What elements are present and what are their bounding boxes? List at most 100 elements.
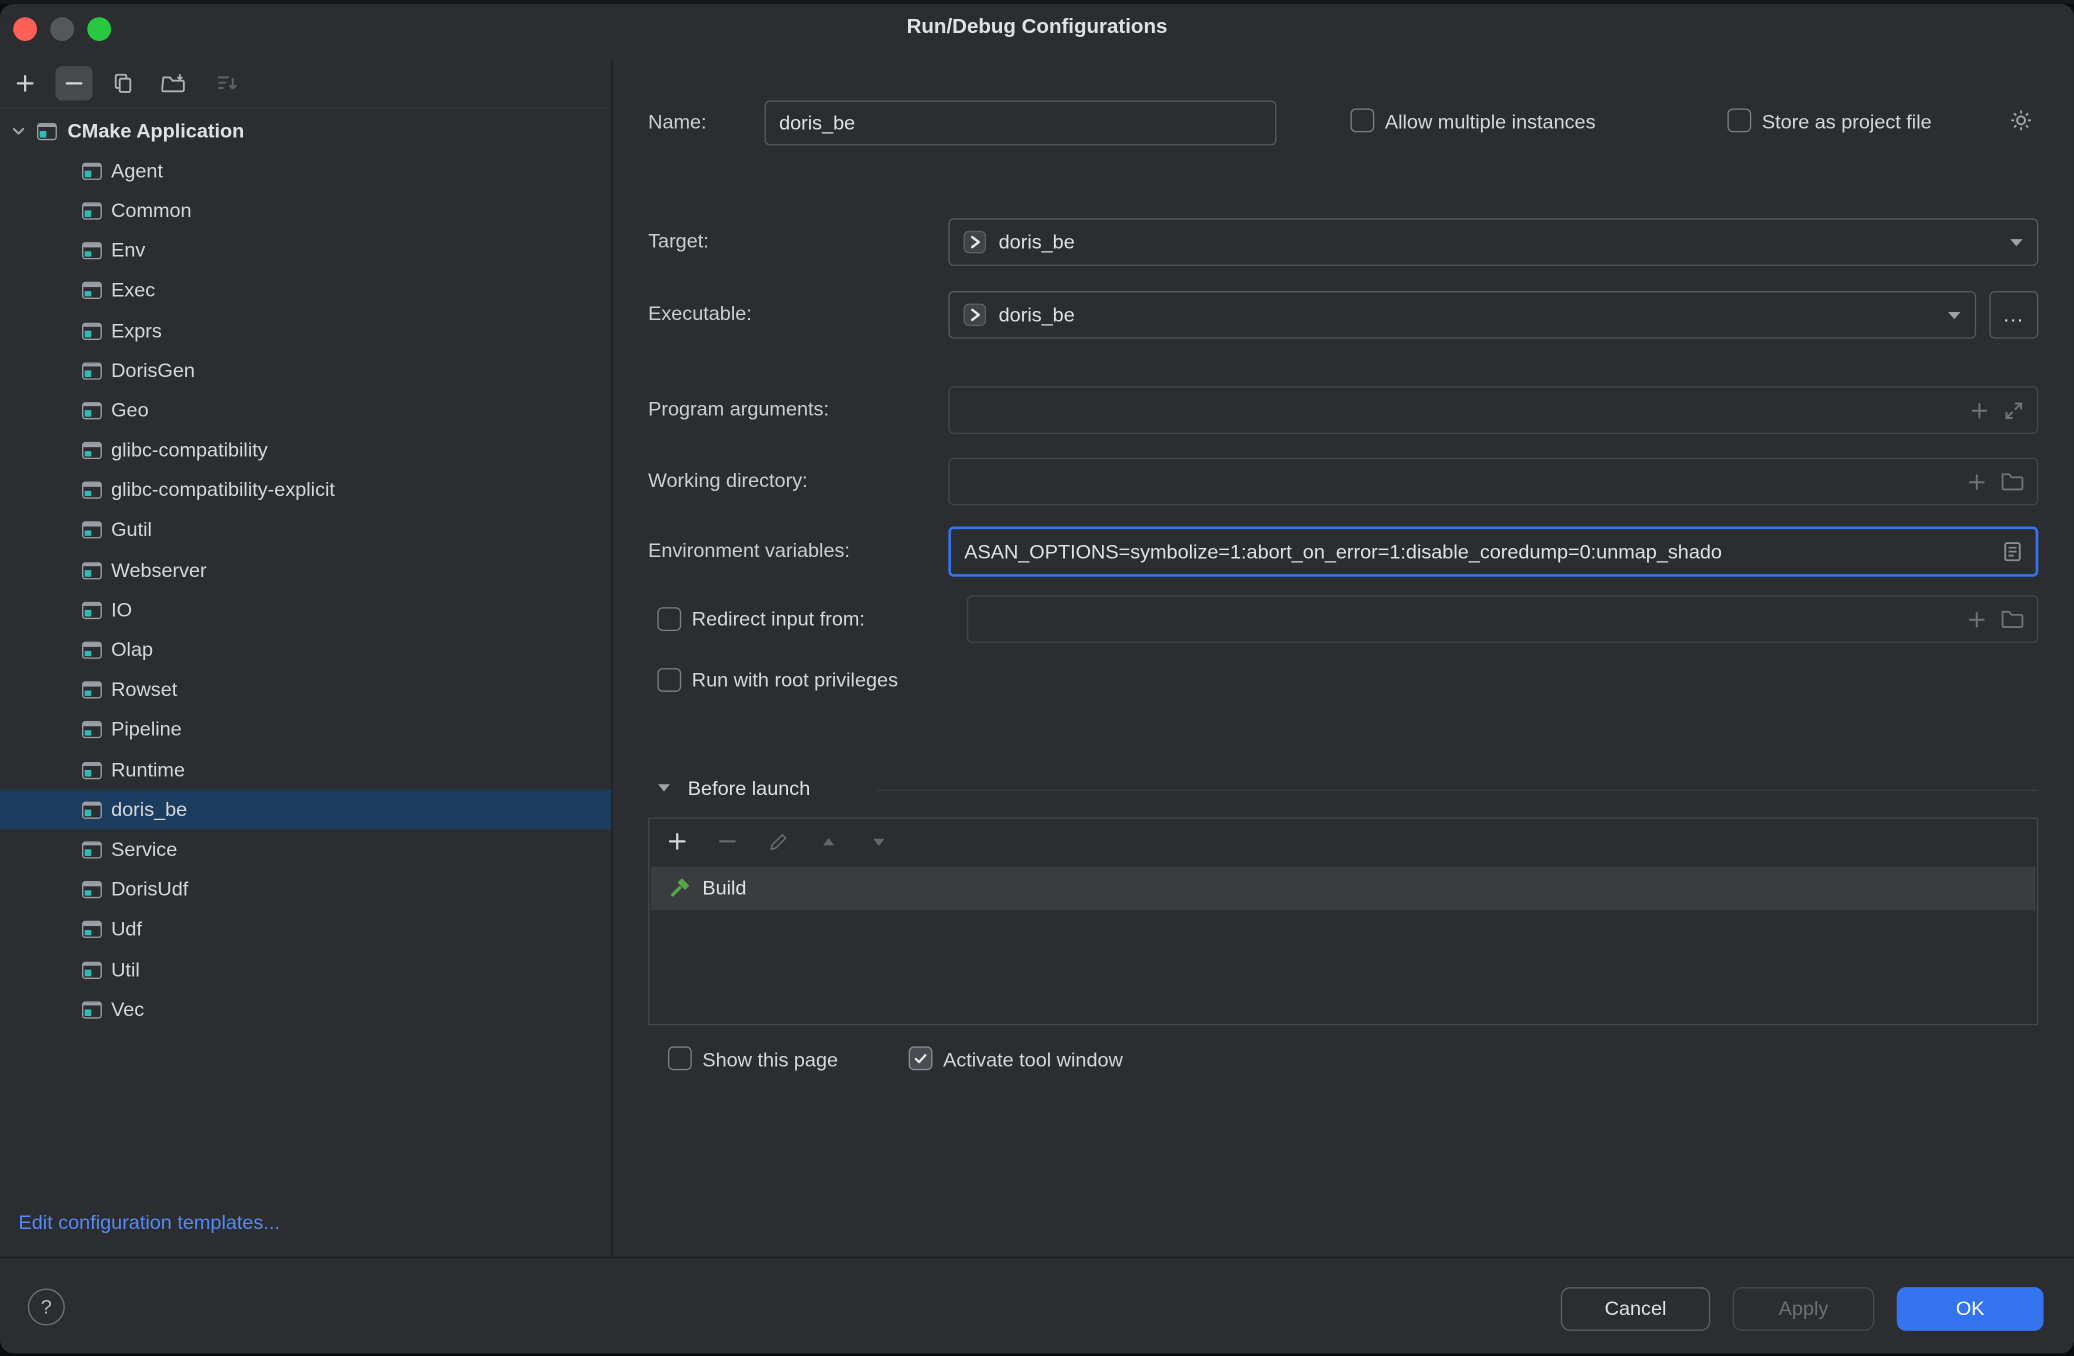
root-privileges-label[interactable]: Run with root privileges [692,669,898,691]
add-icon[interactable] [1967,609,1987,629]
tree-item-label: Vec [111,998,144,1020]
chevron-down-icon [11,123,27,139]
name-value: doris_be [779,112,855,134]
remove-icon [63,73,84,94]
tree-item-doris_be[interactable]: doris_be [0,790,611,830]
new-folder-button[interactable] [156,66,190,100]
run-config-icon [82,482,102,499]
ok-button[interactable]: OK [1897,1287,2044,1331]
tree-item-Common[interactable]: Common [0,191,611,231]
tree-item-label: Olap [111,639,153,661]
add-icon[interactable] [1970,400,1990,420]
more-button[interactable]: ... [1989,291,2038,339]
hammer-icon [667,876,691,900]
target-select[interactable]: doris_be [948,218,2038,266]
tree-item-IO[interactable]: IO [0,590,611,630]
tree-root-label: CMake Application [67,120,244,142]
run-config-icon [82,522,102,539]
tree-item-DorisGen[interactable]: DorisGen [0,351,611,391]
before-launch-down-button[interactable] [866,829,890,853]
tree-item-label: Rowset [111,679,177,701]
show-page-checkbox[interactable] [668,1046,692,1070]
sort-configs-button[interactable] [209,66,243,100]
run-config-icon [82,921,102,938]
before-launch-chevron-icon[interactable] [657,783,670,792]
before-launch-edit-button[interactable] [766,829,790,853]
remove-config-button[interactable] [56,66,93,100]
help-button[interactable]: ? [28,1289,65,1326]
add-icon[interactable] [1967,472,1987,492]
run-config-type-icon [37,122,57,139]
expand-icon[interactable] [2004,400,2024,420]
store-project-checkbox[interactable] [1727,108,1751,132]
tree-item-Geo[interactable]: Geo [0,391,611,431]
tree-item-Util[interactable]: Util [0,950,611,990]
tree-item-Env[interactable]: Env [0,231,611,271]
tree-item-DorisUdf[interactable]: DorisUdf [0,870,611,910]
redirect-label[interactable]: Redirect input from: [692,609,865,631]
chevron-down-icon [1947,310,1962,319]
store-project-label[interactable]: Store as project file [1762,111,1932,133]
tree-item-Service[interactable]: Service [0,830,611,870]
folder-icon[interactable] [2001,610,2023,629]
tree-item-Vec[interactable]: Vec [0,990,611,1030]
before-launch-title[interactable]: Before launch [688,778,810,800]
activate-tool-checkbox[interactable] [909,1046,933,1070]
tree-item-label: Agent [111,160,163,182]
add-config-button[interactable] [8,66,42,100]
apply-button[interactable]: Apply [1733,1287,1875,1331]
before-launch-remove-button[interactable] [716,829,740,853]
tree-item-Webserver[interactable]: Webserver [0,550,611,590]
store-project-gear-icon[interactable] [2009,108,2033,132]
allow-multiple-checkbox[interactable] [1350,108,1374,132]
run-config-icon [82,881,102,898]
tree-item-Olap[interactable]: Olap [0,630,611,670]
redirect-checkbox[interactable] [657,607,681,631]
tree-item-label: glibc-compatibility-explicit [111,479,335,501]
tree-item-Pipeline[interactable]: Pipeline [0,710,611,750]
tree-item-Agent[interactable]: Agent [0,151,611,191]
working-directory-field[interactable] [948,458,2038,506]
environment-variables-label: Environment variables: [648,540,850,562]
tree-item-glibc-compatibility[interactable]: glibc-compatibility [0,431,611,471]
cancel-button[interactable]: Cancel [1561,1287,1710,1331]
run-config-icon [82,841,102,858]
build-item-row[interactable]: Build [651,866,2036,910]
add-icon [15,73,36,94]
tree-item-label: DorisUdf [111,879,188,901]
run-config-icon [82,642,102,659]
tree-item-glibc-compatibility-explicit[interactable]: glibc-compatibility-explicit [0,471,611,511]
environment-variables-field[interactable]: ASAN_OPTIONS=symbolize=1:abort_on_error=… [948,527,2038,577]
show-page-label[interactable]: Show this page [702,1049,838,1071]
tree-item-Exprs[interactable]: Exprs [0,311,611,351]
allow-multiple-label[interactable]: Allow multiple instances [1385,111,1596,133]
tree-item-cmake-application[interactable]: CMake Application [0,111,611,151]
tree-item-Rowset[interactable]: Rowset [0,670,611,710]
program-arguments-field[interactable] [948,386,2038,434]
activate-tool-label[interactable]: Activate tool window [943,1049,1123,1071]
tree-item-Gutil[interactable]: Gutil [0,510,611,550]
name-field[interactable]: doris_be [765,101,1277,146]
tree-item-Runtime[interactable]: Runtime [0,750,611,790]
before-launch-up-button[interactable] [816,829,840,853]
run-config-icon [82,282,102,299]
run-config-icon [82,761,102,778]
edit-templates-link[interactable]: Edit configuration templates... [19,1212,280,1234]
arrow-up-icon [819,833,836,850]
executable-select[interactable]: doris_be [948,291,1976,339]
folder-icon[interactable] [2001,472,2023,491]
env-list-icon[interactable] [2003,541,2023,562]
before-launch-add-button[interactable] [665,829,689,853]
tree-item-Exec[interactable]: Exec [0,271,611,311]
run-config-icon [82,602,102,619]
run-config-icon [82,1001,102,1018]
tree-item-label: Common [111,200,191,222]
tree-item-Udf[interactable]: Udf [0,910,611,950]
root-privileges-checkbox[interactable] [657,668,681,692]
run-config-icon [82,202,102,219]
copy-config-button[interactable] [106,66,140,100]
redirect-input-field[interactable] [967,595,2038,643]
tree-item-label: Geo [111,399,149,421]
run-config-icon [82,682,102,699]
run-config-icon [82,402,102,419]
